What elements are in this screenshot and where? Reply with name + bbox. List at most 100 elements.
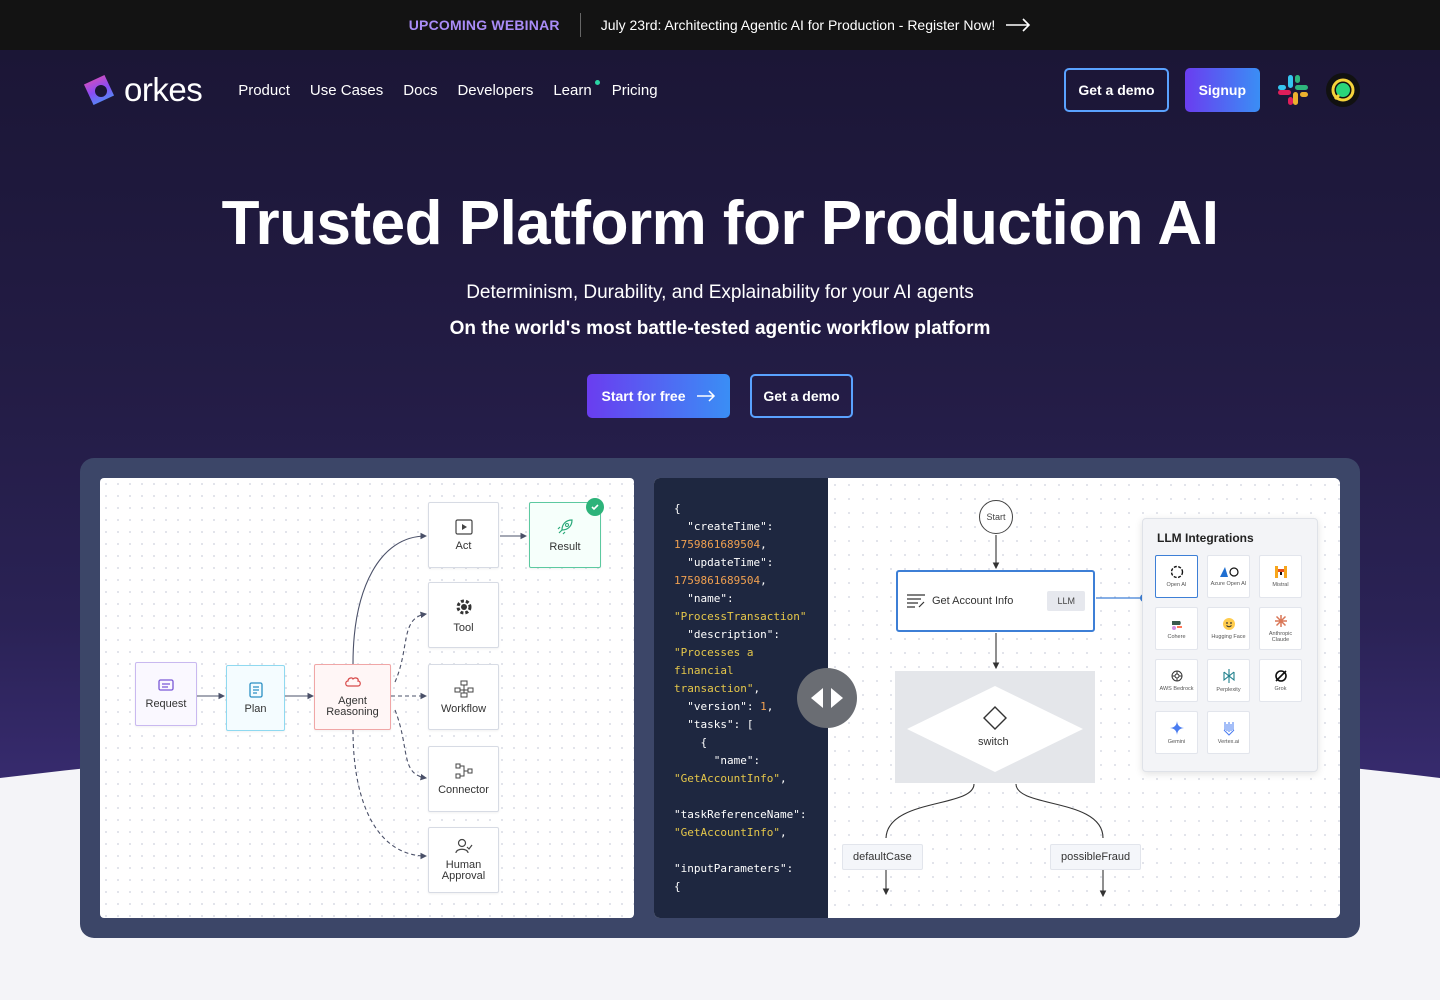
start-for-free-button[interactable]: Start for free [587,374,730,418]
brain-icon [344,677,361,687]
code-line: { [674,502,681,515]
code-line: "Processes a [674,646,754,659]
llm-tile-label: Gemini [1167,739,1186,745]
slack-icon[interactable] [1276,73,1310,107]
orkes-logo[interactable]: orkes [80,71,203,109]
arrow-right-icon [696,390,715,402]
nav-link-learn-label: Learn [553,81,592,99]
llm-panel-title: LLM Integrations [1157,531,1254,545]
node-agent-reasoning[interactable]: Agent Reasoning [314,664,391,730]
switch-label: switch [978,736,1009,748]
code-line: "tasks": [ [674,718,754,731]
task-type-badge: LLM [1047,591,1085,611]
nav-link-product[interactable]: Product [238,82,290,99]
logo-text: orkes [124,71,203,108]
announcement-banner[interactable]: UPCOMING WEBINAR July 23rd: Architecting… [0,0,1440,50]
diamond-icon [983,706,1007,730]
nav-link-learn[interactable]: Learn [553,79,600,99]
llm-tile-huggingface[interactable]: Hugging Face [1207,607,1250,650]
code-line: "inputParameters": [674,862,794,875]
nav-link-docs[interactable]: Docs [403,82,437,99]
case-default[interactable]: defaultCase [842,844,923,870]
gear-icon [456,599,471,614]
llm-tile-vertex[interactable]: Vertex.ai [1207,711,1250,754]
llm-tile-aws-bedrock[interactable]: AWS Bedrock [1155,659,1198,702]
llm-tile-perplexity[interactable]: Perplexity [1207,659,1250,702]
node-plan[interactable]: Plan [226,665,285,731]
node-act[interactable]: Act [428,502,499,568]
code-line: "GetAccountInfo" [674,826,780,839]
perplexity-icon [1222,669,1235,683]
code-line: "name": [674,754,761,767]
code-line: transaction" [674,682,754,695]
chat-icon[interactable] [1326,73,1360,107]
workflow-diagram: Start Get Account Info LLM switch defaul… [828,478,1340,918]
code-line: 1 [760,700,767,713]
llm-tile-cohere[interactable]: Cohere [1155,607,1198,650]
code-line: "name": [674,592,734,605]
case-possible-fraud[interactable]: possibleFraud [1050,844,1142,870]
node-request[interactable]: Request [135,662,197,726]
agent-flow-panel: Request Plan Agent Reasoning Act Tool Wo… [100,478,634,918]
check-circle-icon [586,498,604,516]
node-workflow[interactable]: Workflow [428,664,499,730]
llm-tile-azure[interactable]: Azure Open AI [1207,555,1250,598]
huggingface-icon [1222,618,1235,630]
llm-tile-mistral[interactable]: Mistral [1259,555,1302,598]
node-result-label: Result [549,540,581,553]
node-request-label: Request [145,697,187,710]
llm-tile-gemini[interactable]: Gemini [1155,711,1198,754]
node-tool[interactable]: Tool [428,582,499,648]
arrow-right-icon[interactable] [1005,18,1031,32]
code-line: 1759861689504 [674,574,761,587]
code-line: "taskReferenceName": [674,808,807,821]
node-human-approval[interactable]: Human Approval [428,827,499,893]
task-get-account-info[interactable]: Get Account Info LLM [896,570,1095,632]
llm-tile-label: Grok [1274,686,1287,692]
llm-tile-anthropic[interactable]: Anthropic Claude [1259,607,1302,650]
orkes-logo-icon [80,71,118,109]
nav-link-developers[interactable]: Developers [457,82,533,99]
workflow-editor-panel: { "createTime": 1759861689504, "updateTi… [654,478,1340,918]
task-name: Get Account Info [932,595,1014,607]
openai-icon [1170,565,1183,579]
node-connector-label: Connector [438,783,489,796]
llm-tile-label: Anthropic Claude [1268,631,1293,643]
llm-tile-label: Mistral [1272,582,1289,588]
node-act-label: Act [455,539,472,552]
llm-tile-label: Perplexity [1216,687,1241,693]
code-line: "updateTime": [674,556,774,569]
aws-bedrock-icon [1171,670,1182,682]
code-line: "GetAccountInfo" [674,772,780,785]
compare-slider-handle[interactable] [797,668,857,728]
code-line: "createTime": [674,520,774,533]
hero-cta-row: Start for free Get a demo [587,374,853,418]
code-line: "version": [674,700,761,713]
code-line: "description": [674,628,780,641]
signup-button[interactable]: Signup [1184,68,1260,112]
hero-tagline: On the world's most battle-tested agenti… [449,318,991,339]
hero-get-demo-button[interactable]: Get a demo [750,374,853,418]
llm-tile-openai[interactable]: Open AI [1155,555,1198,598]
node-connector[interactable]: Connector [428,746,499,812]
node-plan-label: Plan [244,702,267,715]
nav-links: Product Use Cases Docs Developers Learn … [238,79,677,99]
llm-integrations-panel: LLM Integrations Open AI Azure Open AI M… [1142,518,1318,772]
llm-tile-grok[interactable]: Grok [1259,659,1302,702]
workflow-icon [454,680,473,697]
anthropic-icon [1274,615,1287,627]
llm-tile-label: Hugging Face [1211,634,1246,640]
node-workflow-label: Workflow [440,702,487,715]
get-demo-button[interactable]: Get a demo [1064,68,1169,112]
node-tool-label: Tool [453,621,474,634]
start-for-free-label: Start for free [601,388,686,404]
nav-link-use-cases[interactable]: Use Cases [310,82,383,99]
llm-tile-label: Vertex.ai [1217,739,1240,745]
workflow-start-node[interactable]: Start [979,500,1013,534]
code-line: "ProcessTransaction" [674,610,807,623]
banner-text[interactable]: July 23rd: Architecting Agentic AI for P… [601,17,996,33]
nav-link-pricing[interactable]: Pricing [612,82,658,99]
node-human-label-2: Approval [441,870,486,882]
user-check-icon [454,838,472,854]
mistral-icon [1274,566,1287,578]
